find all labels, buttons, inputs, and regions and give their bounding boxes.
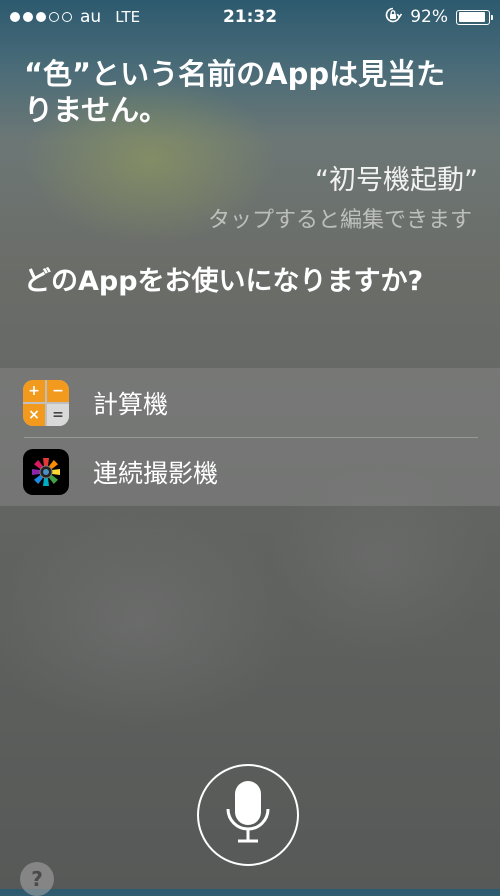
minus-key: − [47,379,69,402]
microphone-icon [226,779,270,851]
calculator-icon: + − × = [23,379,69,426]
app-option-label: 連続撮影機 [93,458,219,488]
battery-percentage: 92% [410,7,448,27]
network-type: LTE [115,8,141,26]
carrier-name: au [80,7,102,27]
tap-to-edit-hint: タップすると編集できます [207,208,472,233]
app-option-burst-camera[interactable]: 連続撮影機 [0,437,500,506]
siri-microphone-button[interactable] [197,764,299,866]
battery-icon [456,9,493,25]
siri-question: どのAppをお使いになりますか? [24,266,424,297]
rotation-lock-icon [384,6,403,29]
app-option-label: 計算機 [93,389,169,419]
signal-strength-icon [10,12,72,22]
question-mark-icon: ? [31,867,43,891]
times-key: × [23,403,45,426]
status-bar: au LTE 21:32 92% [0,0,500,34]
equals-key: = [47,403,69,426]
plus-key: + [23,379,45,402]
help-button[interactable]: ? [20,862,54,896]
app-option-calculator[interactable]: + − × = 計算機 [0,368,500,437]
app-choice-list: + − × = 計算機 連続撮影機 [0,368,500,506]
burst-camera-icon [23,448,69,495]
user-utterance[interactable]: “初号機起動” [315,158,478,197]
siri-response: “色”という名前のAppは見当たりません。 [24,57,446,127]
